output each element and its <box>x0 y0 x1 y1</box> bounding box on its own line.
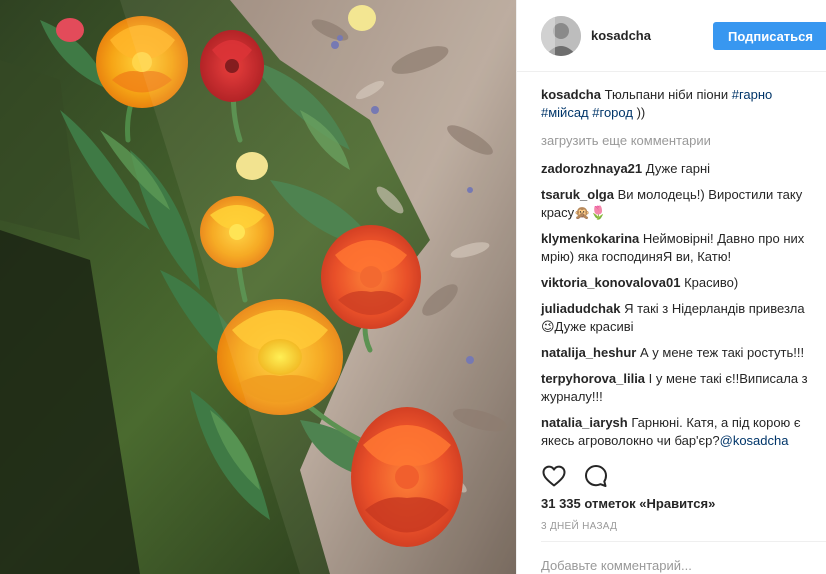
comment-item: natalia_iarysh Гарнюні. Катя, а під коро… <box>541 414 811 450</box>
post-photo[interactable] <box>0 0 516 574</box>
comment-author[interactable]: tsaruk_olga <box>541 187 614 202</box>
tulips-photo-image <box>0 0 516 574</box>
caption-author[interactable]: kosadcha <box>541 87 601 102</box>
comment-item: zadorozhnaya21 Дуже гарні <box>541 160 811 178</box>
post-caption: kosadcha Тюльпани ніби піони #гарно #мійс… <box>541 86 811 122</box>
comment-item: juliadudchak Я такі з Нідерландів привез… <box>541 300 811 336</box>
comment-item: natalija_heshur А у мене теж такі ростут… <box>541 344 811 362</box>
post-side-panel: kosadcha Подписаться kosadcha Тюльпани н… <box>516 0 826 574</box>
comment-author[interactable]: klymenkokarina <box>541 231 639 246</box>
comment-bubble-icon[interactable] <box>583 463 609 489</box>
mention-link[interactable]: @kosadcha <box>720 433 789 448</box>
comment-author[interactable]: natalija_heshur <box>541 345 636 360</box>
hashtag-link[interactable]: #город <box>592 105 633 120</box>
post-header: kosadcha Подписаться <box>517 0 826 72</box>
add-comment-input[interactable] <box>541 543 811 573</box>
follow-button[interactable]: Подписаться <box>713 22 826 50</box>
comment-item: viktoria_konovalova01 Красиво) <box>541 274 811 292</box>
comment-author[interactable]: terpyhorova_lilia <box>541 371 645 386</box>
post-timestamp[interactable]: 3 ДНЕЙ НАЗАД <box>541 521 617 532</box>
comment-text: Красиво) <box>680 275 739 290</box>
comments-list: kosadcha Тюльпани ніби піони #гарно #мійс… <box>541 86 811 458</box>
comment-text: Дуже гарні <box>642 161 711 176</box>
likes-count[interactable]: 31 335 отметок «Нравится» <box>541 496 715 511</box>
caption-text: Тюльпани ніби піони <box>600 87 732 102</box>
comment-item: terpyhorova_lilia І у мене такі є!!Випис… <box>541 370 811 406</box>
caption-suffix: )) <box>632 105 646 120</box>
comment-author[interactable]: zadorozhnaya21 <box>541 161 642 176</box>
header-username[interactable]: kosadcha <box>591 28 651 43</box>
comment-text: А у мене теж такі ростуть!!! <box>636 345 805 360</box>
hashtag-link[interactable]: #гарно <box>732 87 773 102</box>
load-more-comments-link[interactable]: загрузить еще комментарии <box>541 132 811 150</box>
add-comment-bar <box>541 541 826 574</box>
avatar[interactable] <box>541 15 581 56</box>
post-actions <box>541 462 811 490</box>
heart-icon[interactable] <box>541 463 567 489</box>
comment-item: klymenkokarina Неймовірні! Давно про них… <box>541 230 811 266</box>
hashtag-link[interactable]: #мійсад <box>541 105 589 120</box>
comment-author[interactable]: natalia_iarysh <box>541 415 628 430</box>
comment-item: tsaruk_olga Ви молодець!) Виростили таку… <box>541 186 811 222</box>
comment-author[interactable]: juliadudchak <box>541 301 620 316</box>
comment-author[interactable]: viktoria_konovalova01 <box>541 275 680 290</box>
